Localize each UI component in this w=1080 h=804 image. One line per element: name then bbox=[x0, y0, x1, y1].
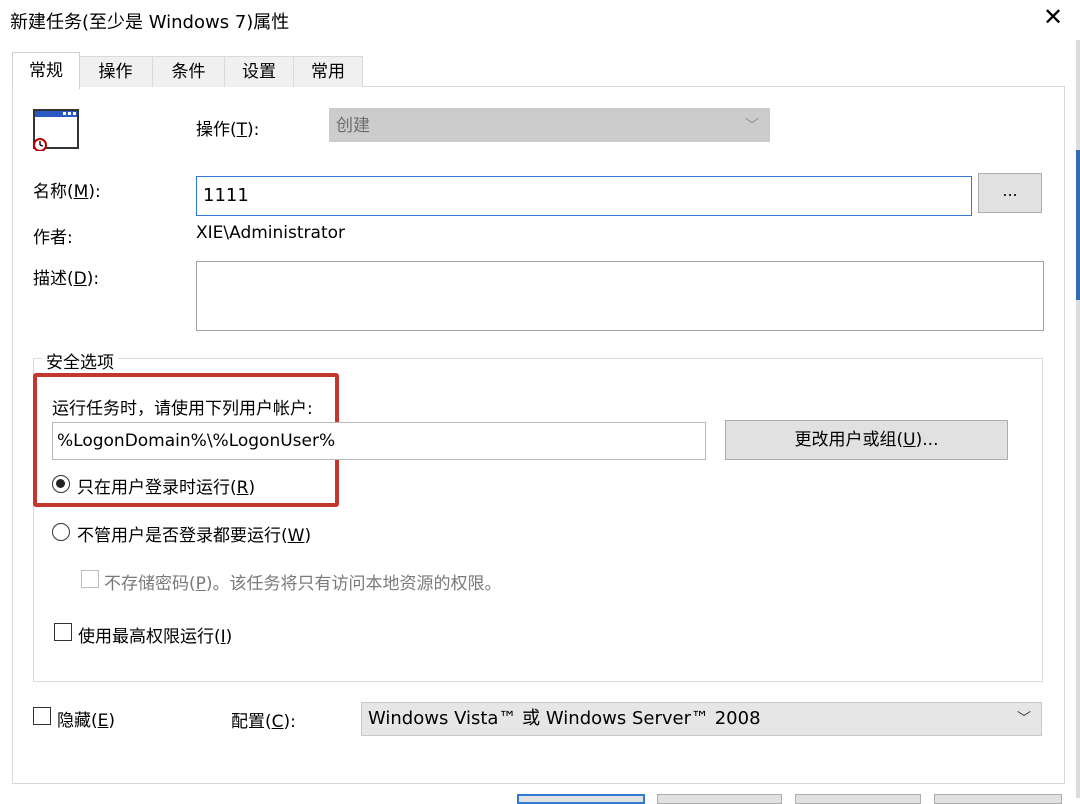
close-icon[interactable]: ✕ bbox=[1040, 4, 1066, 30]
run-as-label: 运行任务时，请使用下列用户帐户: bbox=[52, 399, 313, 419]
operation-label: 操作(T): bbox=[196, 120, 260, 140]
security-options-legend: 安全选项 bbox=[42, 348, 118, 373]
checkbox-highest-privileges[interactable] bbox=[54, 623, 72, 641]
radio-run-logged-on[interactable] bbox=[52, 475, 70, 493]
radio-run-always-label: 不管用户是否登录都要运行(W) bbox=[77, 526, 312, 546]
description-label: 描述(D): bbox=[33, 269, 100, 289]
operation-value: 创建 bbox=[336, 116, 370, 136]
background-window-accent bbox=[1076, 150, 1080, 300]
operation-select: 创建 ﹀ bbox=[329, 108, 770, 142]
task-window-icon bbox=[33, 109, 79, 152]
config-label: 配置(C): bbox=[231, 712, 296, 732]
highest-privileges-label: 使用最高权限运行(I) bbox=[78, 627, 233, 647]
chevron-down-icon: ﹀ bbox=[745, 118, 759, 134]
browse-button[interactable]: ... bbox=[978, 173, 1042, 213]
chevron-down-icon: ﹀ bbox=[1017, 711, 1031, 727]
window-title: 新建任务(至少是 Windows 7)属性 bbox=[10, 12, 290, 33]
user-account-field: %LogonDomain%\%LogonUser% bbox=[52, 422, 706, 460]
no-store-password-label: 不存储密码(P)。该任务将只有访问本地资源的权限。 bbox=[104, 574, 502, 594]
button-partial-3[interactable] bbox=[795, 794, 921, 804]
tab-settings[interactable]: 设置 bbox=[224, 56, 294, 87]
button-partial-4[interactable] bbox=[934, 794, 1062, 804]
name-label: 名称(M): bbox=[33, 182, 101, 202]
radio-run-always[interactable] bbox=[52, 523, 70, 541]
tab-conditions[interactable]: 条件 bbox=[152, 56, 225, 87]
author-value: XIE\Administrator bbox=[196, 223, 346, 243]
tab-common[interactable]: 常用 bbox=[293, 56, 363, 87]
radio-run-logged-on-label: 只在用户登录时运行(R) bbox=[77, 478, 256, 498]
config-select[interactable]: Windows Vista™ 或 Windows Server™ 2008 ﹀ bbox=[361, 702, 1042, 736]
checkbox-no-store-password bbox=[81, 570, 99, 588]
author-label: 作者: bbox=[33, 228, 73, 248]
change-user-button[interactable]: 更改用户或组(U)... bbox=[725, 420, 1008, 460]
cancel-button-partial[interactable] bbox=[657, 794, 782, 804]
hidden-label: 隐藏(E) bbox=[57, 711, 116, 731]
name-input[interactable]: 1111 bbox=[196, 176, 972, 216]
description-textarea[interactable] bbox=[196, 261, 1044, 331]
tab-general[interactable]: 常规 bbox=[12, 52, 80, 89]
ok-button-partial[interactable] bbox=[517, 794, 645, 804]
tab-actions[interactable]: 操作 bbox=[78, 56, 153, 87]
config-value: Windows Vista™ 或 Windows Server™ 2008 bbox=[368, 708, 761, 729]
checkbox-hidden[interactable] bbox=[33, 707, 51, 725]
